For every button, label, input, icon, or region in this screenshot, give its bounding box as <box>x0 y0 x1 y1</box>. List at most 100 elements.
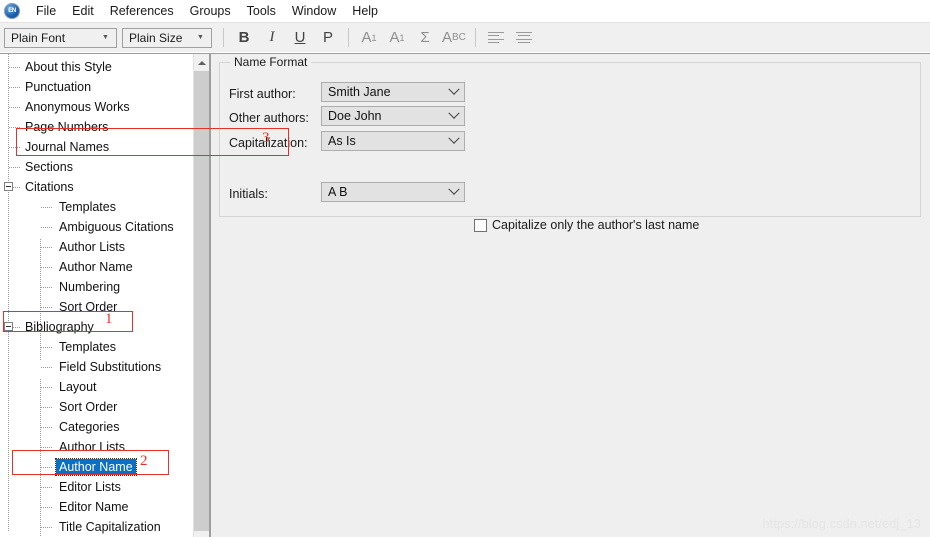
tree-connector-line <box>41 407 53 408</box>
scroll-up-button[interactable] <box>194 54 209 71</box>
tree-item-ambiguous-citations[interactable]: Ambiguous Citations <box>56 217 177 237</box>
tree-item-templates[interactable]: Templates <box>56 197 119 217</box>
font-family-value: Plain Font <box>11 30 66 45</box>
other-authors-value: Doe John <box>328 109 382 123</box>
tree-expander-collapse-icon[interactable] <box>4 182 13 191</box>
tree-item-editor-lists[interactable]: Editor Lists <box>56 477 124 497</box>
small-caps-button[interactable]: A BC <box>439 26 469 50</box>
align-center-button[interactable] <box>510 26 538 50</box>
tree-item-label: Punctuation <box>25 80 92 94</box>
formatting-toolbar: Plain Font ▼ Plain Size ▼ B I U P A1 A1 … <box>0 22 930 52</box>
tree-item-punctuation[interactable]: Punctuation <box>22 77 94 97</box>
font-size-value: Plain Size <box>129 30 183 45</box>
tree-item-label: Author Lists <box>59 440 126 454</box>
tree-item-author-name[interactable]: Author Name <box>55 457 137 477</box>
tree-item-label: Page Numbers <box>25 120 109 134</box>
tree-item-label: Author Name <box>55 458 137 476</box>
tree-item-label: Citations <box>25 180 74 194</box>
tree-item-about-this-style[interactable]: About this Style <box>22 57 115 77</box>
initials-value: A B <box>328 185 348 199</box>
first-author-combo[interactable]: Smith Jane <box>321 82 465 102</box>
tree-item-numbering[interactable]: Numbering <box>56 277 123 297</box>
tree-item-categories[interactable]: Categories <box>56 417 122 437</box>
font-size-combo[interactable]: Plain Size ▼ <box>122 27 212 48</box>
menu-edit[interactable]: Edit <box>64 1 102 21</box>
tree-item-page-numbers[interactable]: Page Numbers <box>22 117 111 137</box>
align-center-icon <box>515 31 532 45</box>
first-author-row: First author: <box>229 83 296 104</box>
initials-combo[interactable]: A B <box>321 182 465 202</box>
underline-button[interactable]: U <box>286 26 314 50</box>
tree-item-editor-name[interactable]: Editor Name <box>56 497 131 517</box>
tree-item-label: Field Substitutions <box>59 360 162 374</box>
tree-item-author-lists[interactable]: Author Lists <box>56 437 128 457</box>
superscript-button[interactable]: A1 <box>355 26 383 50</box>
tree-item-author-lists[interactable]: Author Lists <box>56 237 128 257</box>
menu-references[interactable]: References <box>102 1 182 21</box>
tree-connector-line <box>41 227 53 228</box>
superscript-glyph: A <box>361 29 372 46</box>
tree-item-label: Editor Lists <box>59 480 121 494</box>
tree-item-field-substitutions[interactable]: Field Substitutions <box>56 357 164 377</box>
smallcaps-glyph: A <box>442 29 453 46</box>
tree-vertical-scrollbar[interactable] <box>193 54 209 537</box>
font-family-combo[interactable]: Plain Font ▼ <box>4 27 117 48</box>
tree-expander-collapse-icon[interactable] <box>4 322 13 331</box>
menu-bar: File Edit References Groups Tools Window… <box>0 0 930 22</box>
menu-file[interactable]: File <box>28 1 64 21</box>
chevron-down-icon: ▼ <box>102 34 109 41</box>
menu-groups[interactable]: Groups <box>182 1 239 21</box>
align-left-button[interactable] <box>482 26 510 50</box>
capitalization-value: As Is <box>328 134 356 148</box>
tree-connector-line <box>9 87 21 88</box>
name-format-panel: Name Format First author: Smith Jane Oth… <box>210 53 930 537</box>
subscript-button[interactable]: A1 <box>383 26 411 50</box>
tree-item-journal-names[interactable]: Journal Names <box>22 137 112 157</box>
chevron-down-icon <box>444 132 464 145</box>
capitalization-combo[interactable]: As Is <box>321 131 465 151</box>
menu-tools[interactable]: Tools <box>239 1 284 21</box>
capitalize-last-name-checkbox[interactable] <box>474 218 487 232</box>
tree-connector-line <box>41 527 53 528</box>
groupbox-title: Name Format <box>230 55 312 69</box>
capitalization-label: Capitalization: <box>229 135 308 150</box>
tree-item-label: Anonymous Works <box>25 100 130 114</box>
tree-item-anonymous-works[interactable]: Anonymous Works <box>22 97 133 117</box>
subscript-index: 1 <box>399 32 405 43</box>
menu-help[interactable]: Help <box>344 1 386 21</box>
menu-window[interactable]: Window <box>284 1 344 21</box>
scrollbar-thumb[interactable] <box>194 71 209 531</box>
tree-connector-line <box>9 127 21 128</box>
tree-connector-line <box>41 367 53 368</box>
italic-button[interactable]: I <box>258 26 286 50</box>
insert-symbol-button[interactable]: Σ <box>411 26 439 50</box>
tree-connector-line <box>41 287 53 288</box>
tree-item-sort-order[interactable]: Sort Order <box>56 397 120 417</box>
tree-item-title-capitalization[interactable]: Title Capitalization <box>56 517 164 537</box>
tree-item-label: Sections <box>25 160 73 174</box>
capitalize-last-name-row[interactable]: Capitalize only the author's last name <box>474 218 699 232</box>
superscript-index: 1 <box>371 32 377 43</box>
plain-button[interactable]: P <box>314 26 342 50</box>
tree-item-sort-order[interactable]: Sort Order <box>56 297 120 317</box>
other-authors-combo[interactable]: Doe John <box>321 106 465 126</box>
subscript-glyph: A <box>389 29 400 46</box>
smallcaps-bc: BC <box>452 32 466 43</box>
bold-button[interactable]: B <box>230 26 258 50</box>
tree-item-label: Title Capitalization <box>59 520 161 534</box>
tree-item-label: About this Style <box>25 60 112 74</box>
tree-item-templates[interactable]: Templates <box>56 337 119 357</box>
initials-row: Initials: <box>229 183 268 204</box>
tree-item-bibliography[interactable]: Bibliography <box>22 317 97 337</box>
workspace: About this Style Punctuation Anonymous Wor… <box>0 53 930 537</box>
initials-label: Initials: <box>229 186 268 201</box>
tree-item-citations[interactable]: Citations <box>22 177 77 197</box>
tree-trunk-line <box>8 54 9 532</box>
tree-item-label: Ambiguous Citations <box>59 220 174 234</box>
tree-item-label: Author Lists <box>59 240 126 254</box>
tree-item-layout[interactable]: Layout <box>56 377 100 397</box>
tree-item-author-name[interactable]: Author Name <box>56 257 136 277</box>
tree-connector-line <box>9 67 21 68</box>
tree-item-label: Journal Names <box>25 140 110 154</box>
tree-item-sections[interactable]: Sections <box>22 157 76 177</box>
